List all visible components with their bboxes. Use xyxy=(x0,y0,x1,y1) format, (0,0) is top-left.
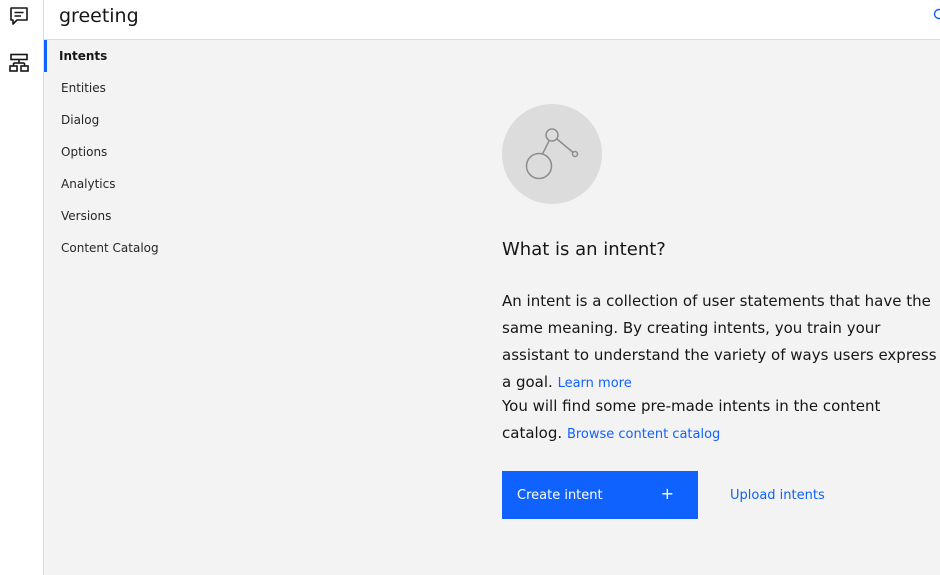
intent-description: An intent is a collection of user statem… xyxy=(502,288,940,397)
search-icon[interactable] xyxy=(933,8,940,22)
nav-item-analytics[interactable]: Analytics xyxy=(44,168,244,200)
intent-graph-icon xyxy=(525,128,579,180)
catalog-description: You will find some pre-made intents in t… xyxy=(502,393,892,448)
nav-item-content-catalog[interactable]: Content Catalog xyxy=(44,232,244,264)
page-title: greeting xyxy=(59,5,139,27)
side-nav: Intents Entities Dialog Options Analytic… xyxy=(44,40,244,575)
learn-more-link[interactable]: Learn more xyxy=(558,376,632,391)
nav-item-dialog[interactable]: Dialog xyxy=(44,104,244,136)
nav-item-options[interactable]: Options xyxy=(44,136,244,168)
empty-state-heading: What is an intent? xyxy=(502,239,666,260)
nav-item-versions[interactable]: Versions xyxy=(44,200,244,232)
nav-item-intents[interactable]: Intents xyxy=(44,40,244,72)
nav-item-entities[interactable]: Entities xyxy=(44,72,244,104)
chat-icon[interactable] xyxy=(8,5,30,27)
create-intent-button[interactable]: Create intent + xyxy=(502,471,698,519)
intent-illustration xyxy=(502,104,602,204)
flowchart-icon[interactable] xyxy=(8,52,30,74)
create-intent-label: Create intent xyxy=(517,487,603,503)
upload-intents-button[interactable]: Upload intents xyxy=(715,471,840,519)
plus-icon: + xyxy=(660,484,674,503)
page-header: greeting xyxy=(44,0,940,40)
browse-catalog-link[interactable]: Browse content catalog xyxy=(567,427,720,442)
left-rail xyxy=(0,0,44,575)
